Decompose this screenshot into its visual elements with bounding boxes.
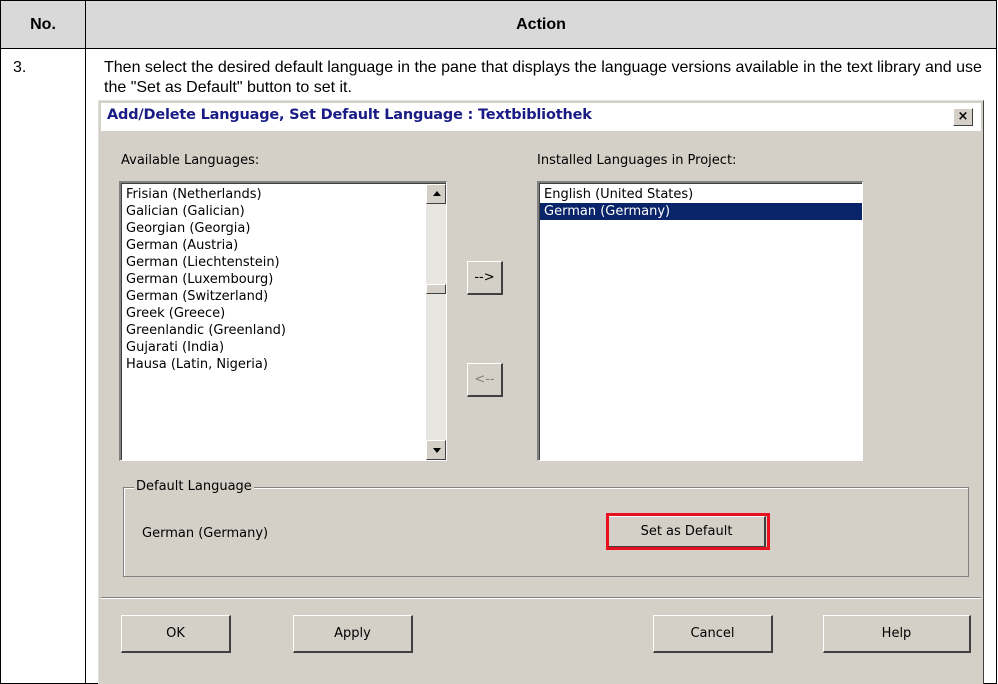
available-language-item[interactable]: German (Liechtenstein) [122,254,424,271]
language-dialog: Add/Delete Language, Set Default Languag… [98,100,984,684]
installed-languages-label: Installed Languages in Project: [537,153,737,168]
scroll-down-button[interactable] [426,440,446,460]
available-language-item[interactable]: Gujarati (India) [122,339,424,356]
available-language-item[interactable]: Frisian (Netherlands) [122,186,424,203]
available-language-item[interactable]: German (Switzerland) [122,288,424,305]
available-language-item[interactable]: German (Austria) [122,237,424,254]
remove-language-button[interactable]: <-- [467,363,503,397]
available-language-item[interactable]: Greenlandic (Greenland) [122,322,424,339]
available-language-item[interactable]: German (Luxembourg) [122,271,424,288]
header-no: No. [0,0,86,49]
available-languages-label: Available Languages: [121,153,260,168]
ok-button[interactable]: OK [121,615,231,653]
default-language-value: German (Germany) [142,526,269,541]
add-language-button[interactable]: --> [467,261,503,295]
header-action: Action [85,0,997,49]
scroll-up-button[interactable] [426,184,446,204]
arrow-up-icon [433,191,441,196]
installed-languages-list[interactable]: English (United States) German (Germany) [537,181,863,461]
scroll-thumb[interactable] [426,284,446,294]
close-icon[interactable]: × [953,108,973,126]
dialog-separator [101,597,981,599]
available-language-item[interactable]: Galician (Galician) [122,203,424,220]
step-number: 3. [13,59,27,76]
dialog-titlebar: Add/Delete Language, Set Default Languag… [101,103,981,131]
apply-button[interactable]: Apply [293,615,413,653]
vertical-scrollbar[interactable] [426,184,446,460]
highlight-box [606,513,770,550]
dialog-title: Add/Delete Language, Set Default Languag… [107,107,592,123]
instruction-text: Then select the desired default language… [104,59,982,96]
available-languages-list[interactable]: Frisian (Netherlands) Galician (Galician)… [119,181,447,461]
available-language-item[interactable]: Hausa (Latin, Nigeria) [122,356,424,373]
default-language-group: Default Language German (Germany) Set as… [123,479,969,577]
help-button[interactable]: Help [823,615,971,653]
cancel-button[interactable]: Cancel [653,615,773,653]
installed-language-item[interactable]: English (United States) [540,186,862,203]
step-cell: 3. [0,48,86,684]
available-language-item[interactable]: Georgian (Georgia) [122,220,424,237]
installed-language-item[interactable]: German (Germany) [540,203,862,220]
available-language-item[interactable]: Greek (Greece) [122,305,424,322]
arrow-down-icon [433,448,441,453]
default-language-legend: Default Language [134,479,254,494]
